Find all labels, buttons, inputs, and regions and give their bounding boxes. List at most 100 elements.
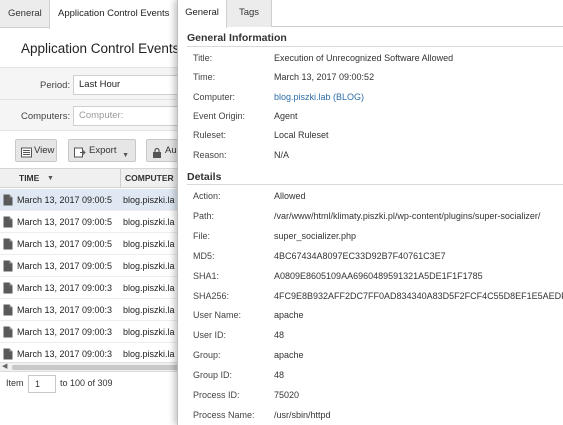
detail-value: 75020 <box>274 390 300 400</box>
detail-value: /var/www/html/klimaty.piszki.pl/wp-conte… <box>274 210 541 221</box>
detail-key: Time: <box>193 72 216 83</box>
pager-item-input[interactable]: 1 <box>28 375 56 393</box>
table-row[interactable]: March 13, 2017 09:00:3 blog.piszki.la <box>0 321 180 343</box>
row-time: March 13, 2017 09:00:3 <box>17 305 113 315</box>
event-details-panel: General Tags General Information Title: E… <box>177 0 563 425</box>
pager-range-text: to 100 of 309 <box>60 378 113 388</box>
detail-value: Allowed <box>274 191 306 201</box>
detail-row: MD5: 4BC67434A8097EC33D92B7F40761C3E7 <box>178 251 563 265</box>
tab-application-control-events[interactable]: Application Control Events <box>49 0 179 29</box>
detail-key: Group: <box>193 350 221 361</box>
view-button-label: View <box>34 145 55 156</box>
detail-key: Group ID: <box>193 370 233 381</box>
detail-key: File: <box>193 230 211 241</box>
detail-key: Process ID: <box>193 390 240 400</box>
view-icon <box>21 145 32 166</box>
export-button[interactable]: Export ▼ <box>68 139 136 162</box>
computers-input[interactable]: Computer: <box>73 106 180 126</box>
table-row[interactable]: March 13, 2017 09:00:5 blog.piszki.la <box>0 211 180 233</box>
detail-key: Path: <box>193 210 215 221</box>
row-time: March 13, 2017 09:00:3 <box>17 327 113 337</box>
scroll-left-icon[interactable]: ◀ <box>2 362 7 370</box>
row-time: March 13, 2017 09:00:5 <box>17 217 113 227</box>
document-icon <box>3 238 13 252</box>
tab-details-tags[interactable]: Tags <box>227 0 272 27</box>
filter-divider <box>0 99 180 100</box>
grid-header: TIME ▼ COMPUTER <box>0 168 180 188</box>
detail-key: Event Origin: <box>193 110 246 121</box>
auto-authorize-label: Au <box>165 145 177 156</box>
table-row[interactable]: March 13, 2017 09:00:5 blog.piszki.la <box>0 233 180 255</box>
detail-key: Computer: <box>193 91 236 102</box>
auto-authorize-button[interactable]: Au <box>146 139 180 162</box>
detail-value: A0809E8605109AA6960489591321A5DE1F1F1785 <box>274 270 483 281</box>
detail-value: /usr/sbin/httpd <box>274 409 331 420</box>
horizontal-scrollbar[interactable]: ◀ <box>0 362 180 371</box>
page-title: Application Control Events <box>21 41 180 56</box>
detail-key: Reason: <box>193 149 227 160</box>
detail-value: apache <box>274 350 304 361</box>
detail-value: 48 <box>274 330 285 341</box>
detail-value: Agent <box>274 110 298 121</box>
detail-row: File: super_socializer.php <box>178 231 563 245</box>
computer-link[interactable]: blog.piszki.lab (BLOG) <box>274 92 364 102</box>
column-header-time[interactable]: TIME <box>19 169 39 188</box>
computers-label: Computers: <box>21 111 71 122</box>
detail-row: Group ID: 48 <box>178 370 563 384</box>
view-button[interactable]: View <box>15 139 57 162</box>
detail-key: User Name: <box>193 310 242 321</box>
detail-value: apache <box>274 310 304 321</box>
detail-row: Path: /var/www/html/klimaty.piszki.pl/wp-… <box>178 211 563 225</box>
document-icon <box>3 348 13 362</box>
row-time: March 13, 2017 09:00:5 <box>17 195 113 205</box>
detail-row: Process ID: 75020 <box>178 390 563 404</box>
general-information-heading: General Information <box>187 32 287 44</box>
detail-row: SHA1: A0809E8605109AA6960489591321A5DE1F1… <box>178 271 563 285</box>
detail-key: MD5: <box>193 250 215 261</box>
tab-details-general[interactable]: General <box>178 0 227 28</box>
detail-value: 4BC67434A8097EC33D92B7F40761C3E7 <box>274 250 446 261</box>
detail-row: User Name: apache <box>178 310 563 324</box>
section-divider <box>187 46 563 47</box>
period-select[interactable]: Last Hour <box>73 75 180 95</box>
table-row[interactable]: March 13, 2017 09:00:5 blog.piszki.la <box>0 255 180 277</box>
document-icon <box>3 194 13 208</box>
detail-row: Time: March 13, 2017 09:00:52 <box>178 72 563 86</box>
detail-value: Execution of Unrecognized Software Allow… <box>274 53 454 63</box>
filter-bar: Period: Last Hour Computers: Computer: <box>0 67 180 131</box>
row-computer: blog.piszki.la <box>123 283 175 293</box>
detail-value: N/A <box>274 149 290 160</box>
detail-row: Ruleset: Local Ruleset <box>178 130 563 144</box>
detail-value: 4FC9E8B932AFF2DC7FF0AD834340A83D5F2FCF4C… <box>274 290 563 301</box>
detail-key: Action: <box>193 191 221 201</box>
detail-key: User ID: <box>193 330 227 341</box>
table-row[interactable]: March 13, 2017 09:00:3 blog.piszki.la <box>0 277 180 299</box>
details-tab-bar: General Tags <box>178 0 563 28</box>
detail-row: User ID: 48 <box>178 330 563 344</box>
document-icon <box>3 216 13 230</box>
table-row[interactable]: March 13, 2017 09:00:5 blog.piszki.la <box>0 189 180 211</box>
row-time: March 13, 2017 09:00:5 <box>17 239 113 249</box>
column-divider <box>120 169 121 188</box>
detail-key: Process Name: <box>193 409 255 420</box>
scrollbar-thumb[interactable] <box>12 365 180 370</box>
detail-row: Reason: N/A <box>178 150 563 164</box>
detail-row: Process Name: /usr/sbin/httpd <box>178 410 563 424</box>
tab-general[interactable]: General <box>0 0 50 28</box>
pager: Item 1 to 100 of 309 <box>0 371 180 395</box>
document-icon <box>3 326 13 340</box>
detail-key: Title: <box>193 53 213 63</box>
events-window: General Application Control Events Appli… <box>0 0 180 425</box>
table-row[interactable]: March 13, 2017 09:00:3 blog.piszki.la <box>0 299 180 321</box>
details-heading: Details <box>187 171 222 183</box>
section-divider <box>187 184 563 185</box>
row-computer: blog.piszki.la <box>123 305 175 315</box>
pager-item-label: Item <box>6 378 24 388</box>
detail-value: 48 <box>274 370 285 381</box>
export-button-label: Export <box>89 145 117 156</box>
document-icon <box>3 260 13 274</box>
main-tab-bar: General Application Control Events <box>0 0 180 29</box>
detail-row: Group: apache <box>178 350 563 364</box>
column-header-computer[interactable]: COMPUTER <box>125 169 174 188</box>
detail-value: March 13, 2017 09:00:52 <box>274 72 375 83</box>
